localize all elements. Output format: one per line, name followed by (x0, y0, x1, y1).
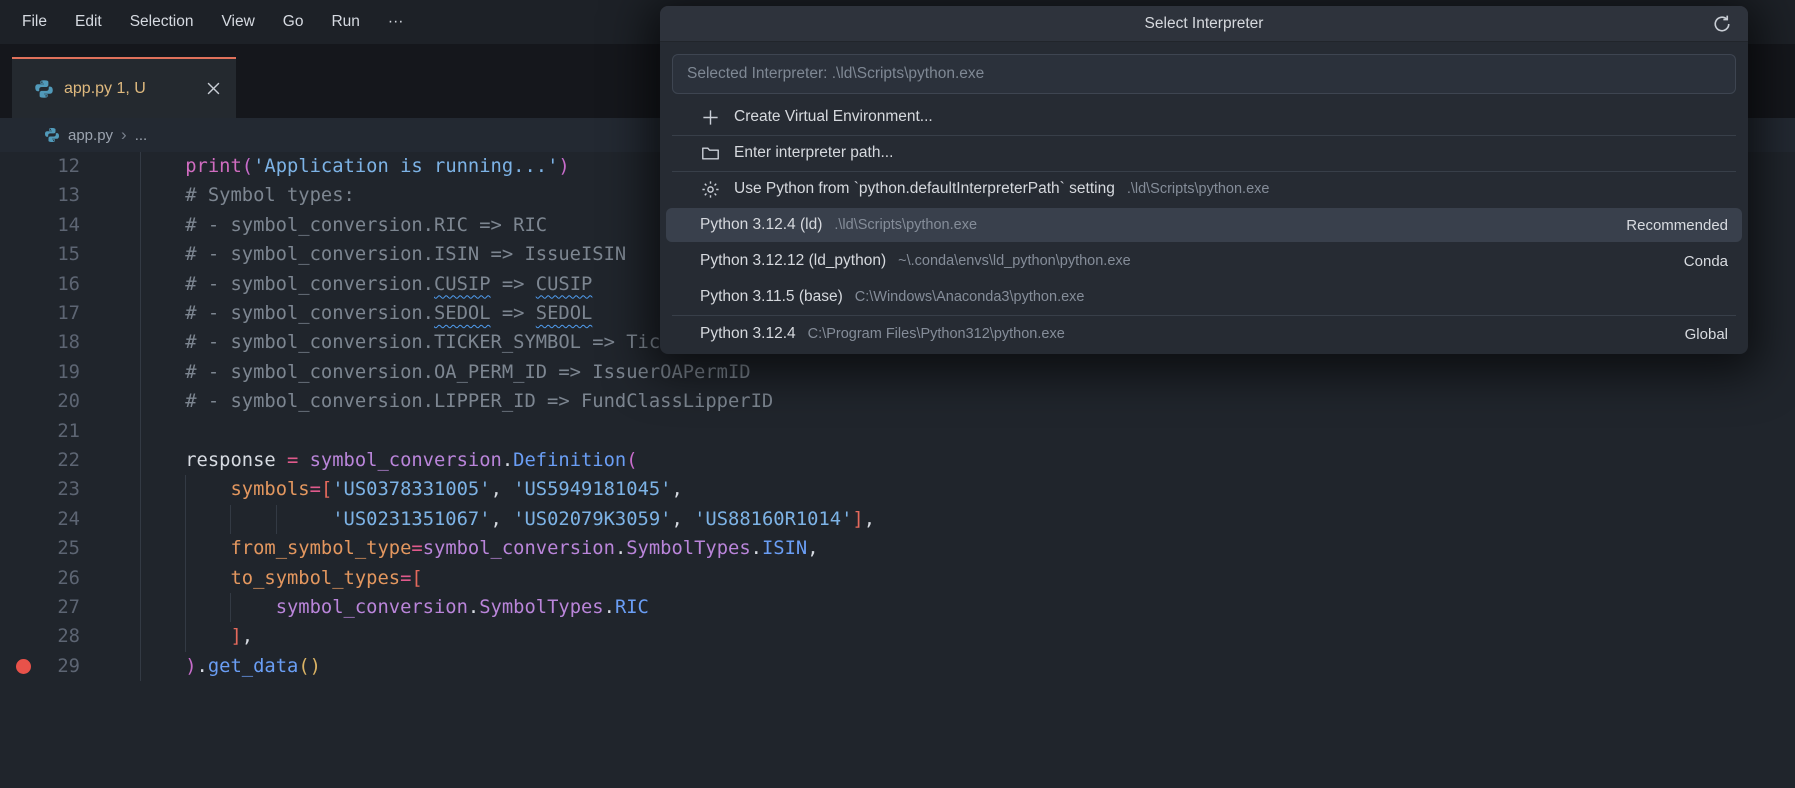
code-text: # - symbol_conversion.CUSIP => CUSIP (140, 270, 592, 299)
refresh-button[interactable] (1710, 12, 1734, 36)
python-file-icon (34, 79, 54, 99)
tab-app-py[interactable]: app.py 1, U (12, 57, 236, 118)
vscode-window: FileEditSelectionViewGoRun··· app.py 1, … (0, 0, 1795, 788)
code-line-26[interactable]: 26 to_symbol_types=[ (0, 564, 1795, 593)
code-line-24[interactable]: 24 'US0231351067', 'US02079K3059', 'US88… (0, 505, 1795, 534)
quickpick-item-detail: C:\Program Files\Python312\python.exe (808, 326, 1065, 342)
code-line-28[interactable]: 28 ], (0, 622, 1795, 651)
code-text: symbols=['US0378331005', 'US5949181045', (140, 475, 683, 504)
quickpick-item-badge: Recommended (1626, 217, 1728, 234)
code-text: # - symbol_conversion.LIPPER_ID => FundC… (140, 387, 773, 416)
breakpoint-icon[interactable] (16, 659, 31, 674)
line-number[interactable]: 19 (0, 358, 80, 387)
code-line-20[interactable]: 20 # - symbol_conversion.LIPPER_ID => Fu… (0, 387, 1795, 416)
code-text: # Symbol types: (140, 181, 355, 210)
quickpick-item-detail: .\ld\Scripts\python.exe (1127, 181, 1270, 197)
menu-item-[interactable]: ··· (374, 7, 418, 37)
line-number[interactable]: 25 (0, 534, 80, 563)
code-text: response = symbol_conversion.Definition( (140, 446, 638, 475)
close-icon[interactable] (202, 78, 224, 100)
quickpick-item-python-3-12-4[interactable]: Python 3.12.4 C:\Program Files\Python312\… (666, 317, 1742, 351)
line-number[interactable]: 14 (0, 211, 80, 240)
code-line-22[interactable]: 22 response = symbol_conversion.Definiti… (0, 446, 1795, 475)
quickpick-item-detail: ~\.conda\envs\ld_python\python.exe (898, 253, 1131, 269)
line-number[interactable]: 17 (0, 299, 80, 328)
code-text: ], (140, 622, 253, 651)
dialog-title: Select Interpreter (660, 6, 1748, 42)
code-text: to_symbol_types=[ (140, 564, 423, 593)
quickpick-item-python-3-12-4-ld[interactable]: Python 3.12.4 (ld) .\ld\Scripts\python.ex… (666, 208, 1742, 242)
line-number[interactable]: 27 (0, 593, 80, 622)
code-line-19[interactable]: 19 # - symbol_conversion.OA_PERM_ID => I… (0, 358, 1795, 387)
interpreter-search-input[interactable] (672, 54, 1736, 94)
menu-item-file[interactable]: File (8, 7, 61, 37)
line-number[interactable]: 23 (0, 475, 80, 504)
python-file-icon-small (44, 127, 60, 143)
line-number[interactable]: 28 (0, 622, 80, 651)
line-number[interactable]: 20 (0, 387, 80, 416)
line-number[interactable]: 16 (0, 270, 80, 299)
quickpick-item-detail: C:\Windows\Anaconda3\python.exe (855, 289, 1085, 305)
code-text: ).get_data() (140, 652, 321, 681)
code-text: # - symbol_conversion.RIC => RIC (140, 211, 547, 240)
indent-guide (140, 417, 141, 446)
gear-icon (700, 179, 720, 199)
menu-item-edit[interactable]: Edit (61, 7, 116, 37)
quickpick-item-python-3-12-12-ld-python[interactable]: Python 3.12.12 (ld_python) ~\.conda\envs\… (666, 244, 1742, 278)
tab-label: app.py 1, U (64, 80, 146, 98)
code-text: 'US0231351067', 'US02079K3059', 'US88160… (140, 505, 875, 534)
line-number[interactable]: 22 (0, 446, 80, 475)
breadcrumb-file[interactable]: app.py (68, 127, 113, 144)
line-number[interactable]: 15 (0, 240, 80, 269)
chevron-right-icon: › (121, 125, 127, 145)
code-text: print('Application is running...') (140, 152, 570, 181)
code-text: # - symbol_conversion.OA_PERM_ID => Issu… (140, 358, 751, 387)
code-text: # - symbol_conversion.ISIN => IssueISIN (140, 240, 626, 269)
code-line-23[interactable]: 23 symbols=['US0378331005', 'US594918104… (0, 475, 1795, 504)
menu-item-go[interactable]: Go (269, 7, 318, 37)
code-text: from_symbol_type=symbol_conversion.Symbo… (140, 534, 819, 563)
menu-item-run[interactable]: Run (317, 7, 373, 37)
quickpick-item-badge: Conda (1684, 253, 1728, 270)
code-text: # - symbol_conversion.SEDOL => SEDOL (140, 299, 592, 328)
folder-icon (700, 143, 720, 163)
code-text: symbol_conversion.SymbolTypes.RIC (140, 593, 649, 622)
menu-item-selection[interactable]: Selection (116, 7, 208, 37)
refresh-icon (1712, 14, 1732, 34)
line-number[interactable]: 13 (0, 181, 80, 210)
menu-item-view[interactable]: View (207, 7, 268, 37)
quickpick-item-label: Create Virtual Environment... (734, 108, 933, 126)
quickpick-item-label: Python 3.12.4 (700, 325, 796, 343)
quickpick-item-detail: .\ld\Scripts\python.exe (834, 217, 977, 233)
code-line-29[interactable]: 29 ).get_data() (0, 652, 1795, 681)
quickpick-item-create-virtual-environment[interactable]: Create Virtual Environment... (666, 100, 1742, 134)
quickpick-item-badge: Global (1685, 326, 1728, 343)
quickpick-item-enter-interpreter-path[interactable]: Enter interpreter path... (666, 136, 1742, 170)
line-number[interactable]: 24 (0, 505, 80, 534)
breadcrumb-more[interactable]: ... (135, 127, 148, 144)
line-number[interactable]: 18 (0, 328, 80, 357)
line-number[interactable]: 12 (0, 152, 80, 181)
select-interpreter-dialog: Select Interpreter Create Virtual Enviro… (660, 6, 1748, 354)
line-number[interactable]: 21 (0, 417, 80, 446)
quickpick-item-use-python-from-python-defaultinterpreterpath-setting[interactable]: Use Python from `python.defaultInterpret… (666, 172, 1742, 206)
add-icon (700, 107, 720, 127)
code-line-25[interactable]: 25 from_symbol_type=symbol_conversion.Sy… (0, 534, 1795, 563)
quickpick-item-label: Enter interpreter path... (734, 144, 893, 162)
quickpick-item-label: Use Python from `python.defaultInterpret… (734, 180, 1115, 198)
quickpick-item-label: Python 3.11.5 (base) (700, 288, 843, 306)
code-line-27[interactable]: 27 symbol_conversion.SymbolTypes.RIC (0, 593, 1795, 622)
quickpick-item-python-3-11-5-base[interactable]: Python 3.11.5 (base) C:\Windows\Anaconda3… (666, 280, 1742, 314)
quickpick-item-label: Python 3.12.4 (ld) (700, 216, 822, 234)
separator (672, 315, 1736, 316)
code-line-21[interactable]: 21 (0, 417, 1795, 446)
line-number[interactable]: 29 (0, 652, 80, 681)
quickpick-item-label: Python 3.12.12 (ld_python) (700, 252, 886, 270)
line-number[interactable]: 26 (0, 564, 80, 593)
